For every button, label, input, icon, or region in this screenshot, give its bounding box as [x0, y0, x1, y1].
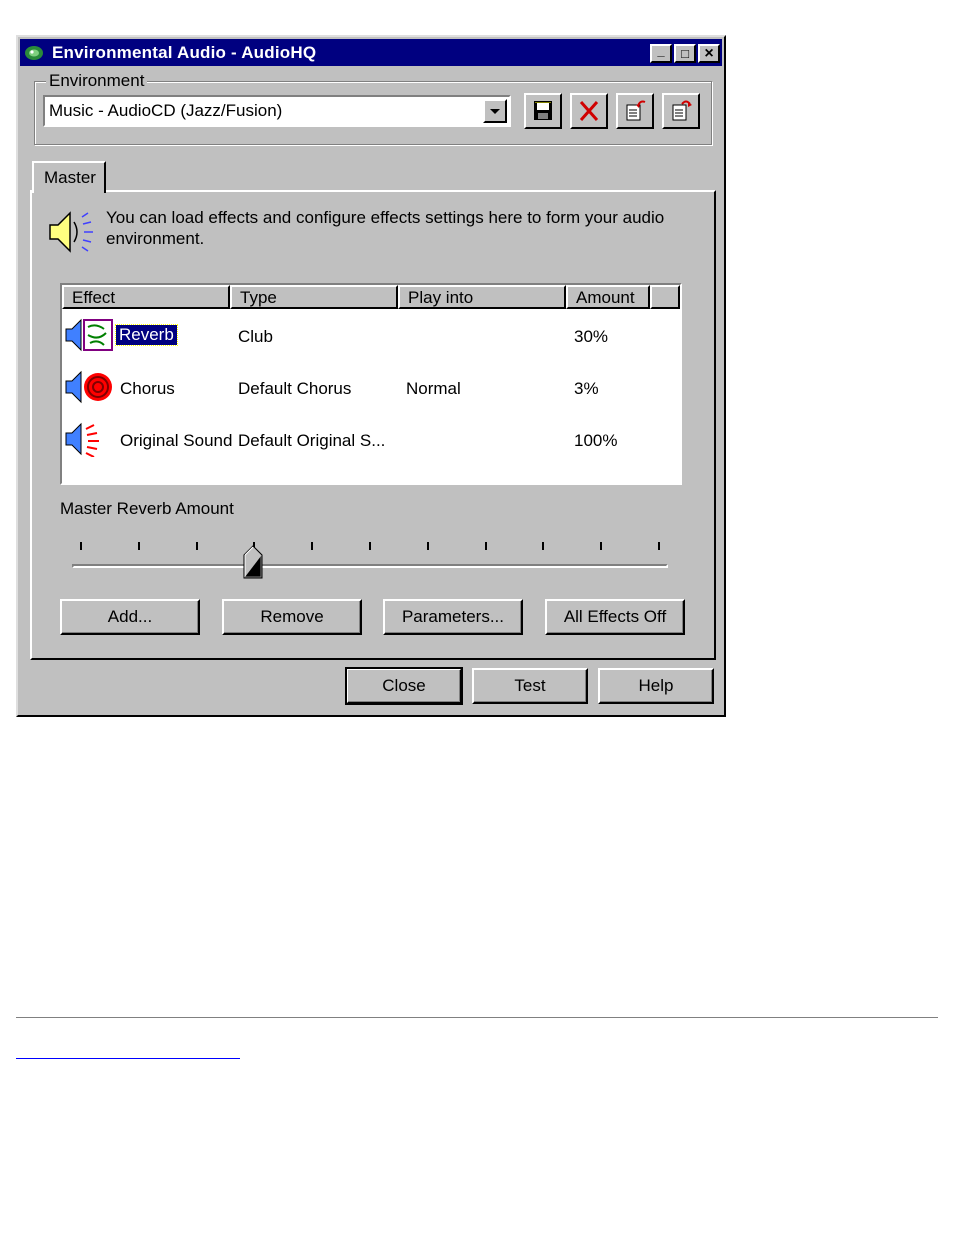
horizontal-rule: [16, 1017, 938, 1019]
import-environment-button[interactable]: [616, 93, 654, 129]
import-icon: [626, 100, 646, 121]
column-header-effect[interactable]: Effect: [62, 285, 230, 309]
parameters-button[interactable]: Parameters...: [383, 599, 523, 635]
effect-type: Club: [238, 327, 273, 346]
column-header-amount[interactable]: Amount: [566, 285, 650, 309]
reverb-effect-icon: [65, 318, 113, 352]
minimize-button[interactable]: _: [650, 43, 672, 63]
master-reverb-slider[interactable]: [72, 564, 668, 568]
slider-tick: [542, 542, 545, 550]
effect-type: Default Chorus: [238, 379, 352, 398]
add-effect-button[interactable]: Add...: [60, 599, 200, 635]
effect-name: Original Sound: [120, 431, 233, 450]
slider-tick: [484, 542, 487, 550]
hyperlink-underline[interactable]: [16, 1058, 240, 1059]
slider-tick: [658, 542, 660, 550]
environment-select[interactable]: Music - AudioCD (Jazz/Fusion): [43, 95, 511, 127]
effect-name: Reverb: [115, 324, 178, 346]
effect-amount: 30%: [574, 327, 609, 346]
slider-tick: [80, 542, 82, 550]
maximize-icon: □: [681, 46, 689, 61]
dropdown-arrow-button[interactable]: [483, 99, 507, 123]
slider-tick: [195, 542, 198, 550]
column-header-play-into[interactable]: Play into: [398, 285, 566, 309]
slider-tick: [137, 542, 140, 550]
environment-selected-value: Music - AudioCD (Jazz/Fusion): [49, 101, 283, 120]
effect-amount: 3%: [574, 379, 599, 398]
environment-label: Environment: [46, 71, 148, 91]
original-sound-effect-icon: [65, 422, 99, 457]
tab-master-label: Master: [44, 168, 96, 187]
title-bar[interactable]: Environmental Audio - AudioHQ _ □ ×: [20, 39, 722, 66]
master-reverb-label: Master Reverb Amount: [60, 499, 234, 518]
minimize-icon: _: [657, 43, 665, 58]
delete-environment-button[interactable]: [570, 93, 608, 129]
audiohq-window: Environmental Audio - AudioHQ _ □ × Envi…: [16, 35, 726, 717]
remove-effect-button[interactable]: Remove: [222, 599, 362, 635]
speaker-icon: [49, 211, 93, 253]
tab-master[interactable]: Master: [32, 161, 106, 193]
delete-icon: [579, 101, 599, 121]
effect-amount: 100%: [574, 431, 618, 450]
info-text: You can load effects and configure effec…: [106, 208, 665, 248]
slider-tick: [369, 542, 371, 550]
effect-type: Default Original S...: [238, 431, 386, 450]
slider-tick: [311, 542, 314, 550]
slider-tick: [600, 542, 603, 550]
slider-tick: [426, 542, 429, 550]
close-window-button[interactable]: ×: [698, 44, 720, 63]
export-environment-button[interactable]: [662, 93, 700, 129]
column-header-type[interactable]: Type: [230, 285, 398, 309]
effects-table[interactable]: Effect Type Play into Amount Reverb Club…: [60, 283, 682, 485]
help-button[interactable]: Help: [598, 668, 714, 704]
save-environment-button[interactable]: [524, 93, 562, 129]
close-icon: ×: [704, 45, 714, 62]
save-icon: [534, 101, 552, 120]
effect-play-into: Normal: [406, 379, 461, 398]
window-title: Environmental Audio - AudioHQ: [52, 43, 317, 62]
test-button[interactable]: Test: [472, 668, 588, 704]
chevron-down-icon: [490, 109, 500, 114]
slider-thumb[interactable]: [243, 545, 263, 579]
all-effects-off-button[interactable]: All Effects Off: [545, 599, 685, 635]
column-header-filler: [650, 285, 680, 309]
chorus-effect-icon: [65, 370, 112, 404]
maximize-button[interactable]: □: [674, 44, 696, 63]
export-icon: [672, 100, 692, 121]
app-logo-icon: [23, 43, 45, 63]
effect-name: Chorus: [120, 379, 175, 398]
close-button[interactable]: Close: [345, 667, 463, 705]
